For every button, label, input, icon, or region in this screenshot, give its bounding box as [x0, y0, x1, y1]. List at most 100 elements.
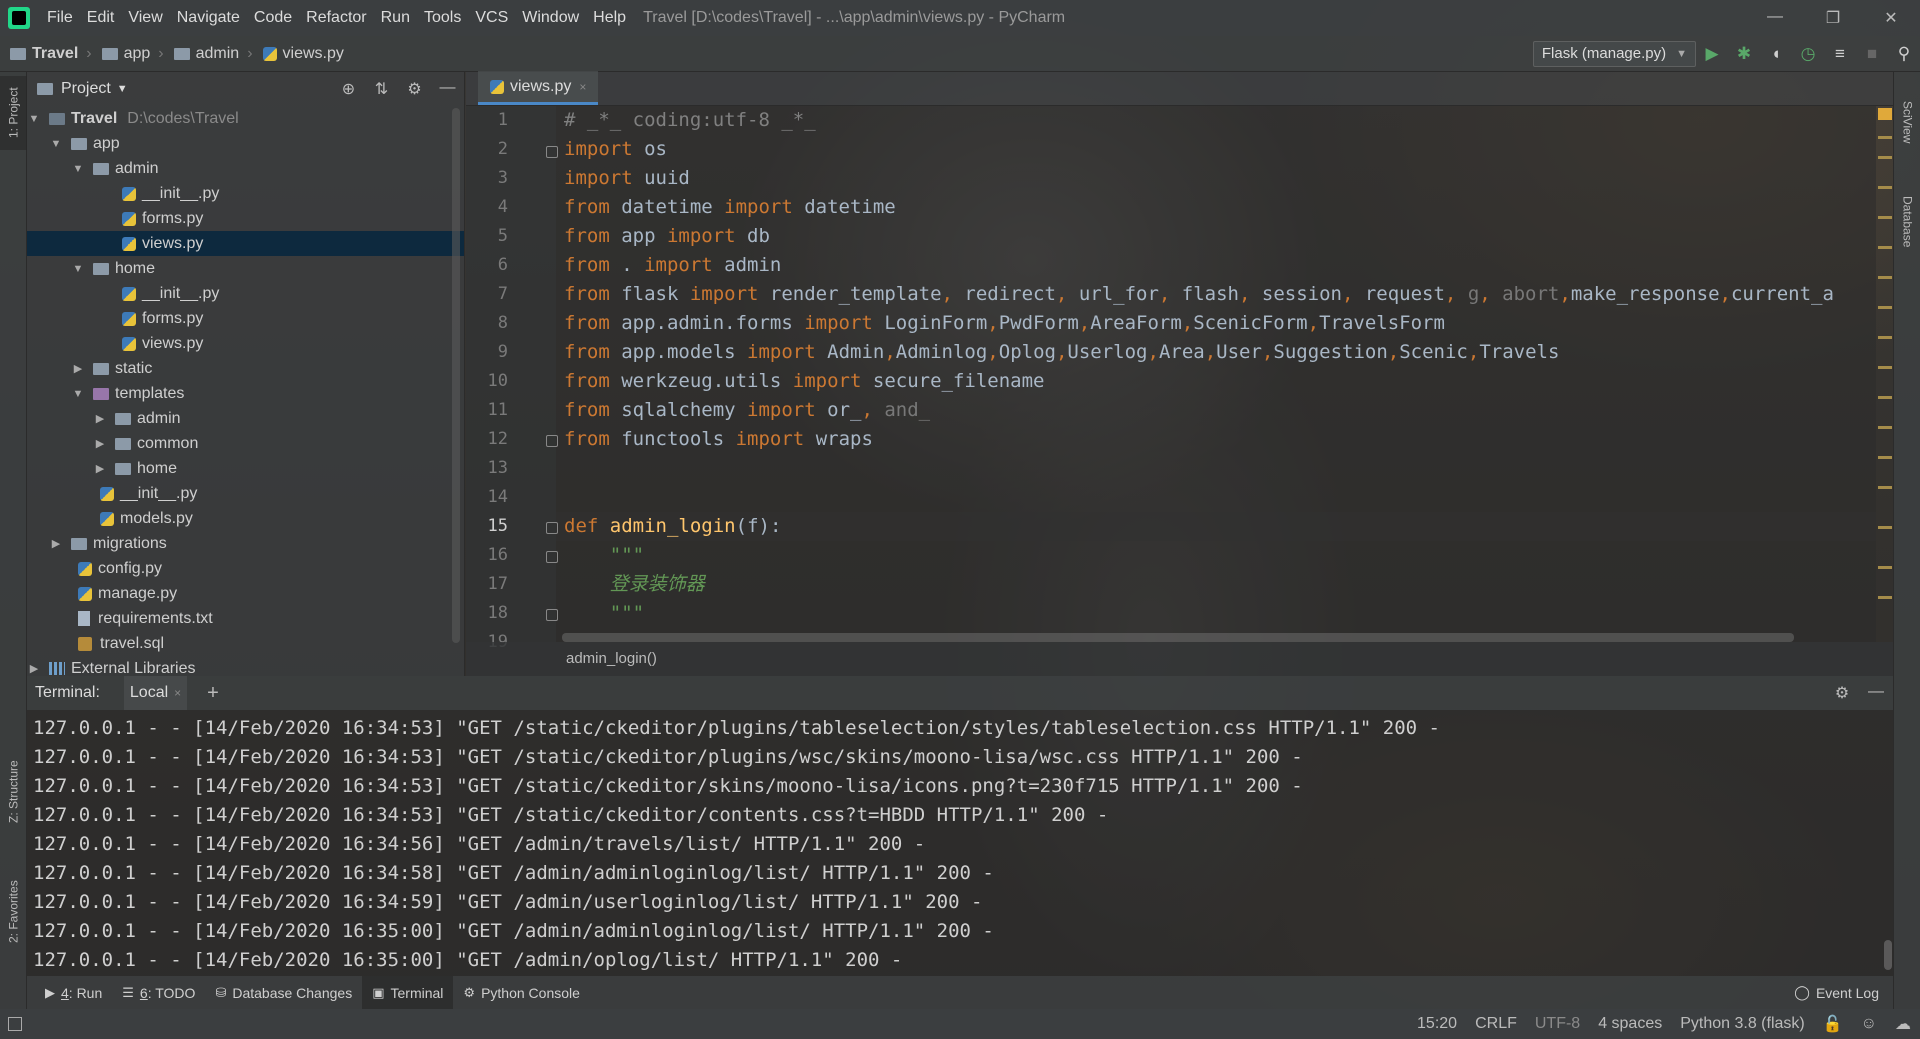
terminal-tool-button[interactable]: ▣ Terminal [362, 976, 454, 1009]
close-icon[interactable]: ✕ [1862, 8, 1920, 28]
settings-icon[interactable]: ⚙ [1825, 683, 1859, 703]
close-tab-icon[interactable]: × [174, 686, 181, 700]
database-changes-tool-button[interactable]: ⛁ Database Changes [205, 976, 362, 1009]
warning-indicator-icon[interactable] [1878, 108, 1892, 120]
breadcrumb-admin[interactable]: admin › [164, 45, 253, 63]
add-terminal-icon[interactable]: + [207, 682, 219, 705]
python-interpreter[interactable]: Python 3.8 (flask) [1671, 1015, 1814, 1033]
chevron-down-icon[interactable]: ▼ [117, 83, 128, 95]
expand-arrow-icon[interactable]: ▼ [27, 113, 41, 125]
tree-item-home-forms[interactable]: forms.py [27, 306, 464, 331]
menu-file[interactable]: File [40, 9, 80, 27]
tree-item-migrations[interactable]: ▶ migrations [27, 531, 464, 556]
tree-item-requirements[interactable]: requirements.txt [27, 606, 464, 631]
inspector-icon[interactable]: ☺ [1852, 1015, 1886, 1033]
notifications-icon[interactable]: ☁ [1886, 1014, 1920, 1034]
expand-arrow-icon[interactable]: ▼ [71, 163, 85, 175]
editor-horizontal-scrollbar[interactable] [562, 633, 1794, 642]
menu-edit[interactable]: Edit [80, 9, 122, 27]
structure-tool-tab[interactable]: Z: Structure [0, 742, 27, 842]
tree-item-templates-admin[interactable]: ▶ admin [27, 406, 464, 431]
tree-item-home[interactable]: ▼ home [27, 256, 464, 281]
menu-window[interactable]: Window [515, 9, 586, 27]
favorites-tool-tab[interactable]: 2: Favorites [0, 862, 27, 962]
tree-item-admin-forms[interactable]: forms.py [27, 206, 464, 231]
tool-windows-toggle-icon[interactable] [8, 1017, 22, 1031]
menu-navigate[interactable]: Navigate [170, 9, 247, 27]
expand-arrow-icon[interactable]: ▶ [93, 462, 107, 475]
code-editor[interactable]: # _*_ coding:utf-8 _*_ import os import uu… [556, 106, 1876, 642]
fold-marker-icon[interactable] [546, 609, 558, 621]
locate-icon[interactable]: ⊕ [332, 79, 365, 99]
tree-item-models[interactable]: models.py [27, 506, 464, 531]
menu-vcs[interactable]: VCS [468, 9, 515, 27]
editor-tab-views[interactable]: views.py × [478, 71, 599, 105]
restore-icon[interactable]: ❐ [1804, 8, 1862, 28]
event-log-button[interactable]: ◯ Event Log [1794, 984, 1893, 1001]
search-icon[interactable]: ⚲ [1888, 44, 1920, 64]
database-tool-tab[interactable]: Database [1894, 172, 1920, 272]
tree-item-admin[interactable]: ▼ admin [27, 156, 464, 181]
tree-item-app[interactable]: ▼ app [27, 131, 464, 156]
tree-item-app-init[interactable]: __init__.py [27, 481, 464, 506]
terminal-tab-local[interactable]: Local × [123, 676, 188, 710]
menu-view[interactable]: View [121, 9, 169, 27]
tree-item-admin-init[interactable]: __init__.py [27, 181, 464, 206]
tree-item-home-init[interactable]: __init__.py [27, 281, 464, 306]
tree-item-travel[interactable]: ▼ Travel D:\codes\Travel [27, 106, 464, 131]
project-tool-tab[interactable]: 1: Project [0, 76, 27, 150]
tree-item-travel-sql[interactable]: travel.sql [27, 631, 464, 656]
expand-arrow-icon[interactable]: ▶ [27, 662, 41, 675]
lock-icon[interactable]: 🔓 [1814, 1014, 1852, 1034]
collapse-all-icon[interactable]: ⇅ [365, 79, 398, 99]
build-icon[interactable]: ≡ [1824, 44, 1856, 64]
fold-marker-icon[interactable] [546, 551, 558, 563]
settings-icon[interactable]: ⚙ [398, 79, 431, 99]
expand-arrow-icon[interactable]: ▼ [71, 263, 85, 275]
terminal-scrollbar[interactable] [1884, 940, 1892, 970]
profile-icon[interactable]: ◷ [1792, 44, 1824, 64]
tree-item-manage[interactable]: manage.py [27, 581, 464, 606]
breadcrumb-file[interactable]: views.py [253, 45, 344, 63]
hide-icon[interactable]: — [431, 79, 464, 99]
minimize-icon[interactable]: — [1746, 8, 1804, 28]
tree-item-templates-common[interactable]: ▶ common [27, 431, 464, 456]
tree-item-home-views[interactable]: views.py [27, 331, 464, 356]
project-view-select[interactable]: Project [61, 80, 111, 98]
run-icon[interactable]: ▶ [1696, 44, 1728, 64]
expand-arrow-icon[interactable]: ▶ [93, 437, 107, 450]
python-console-tool-button[interactable]: ⚙ Python Console [453, 976, 590, 1009]
fold-marker-icon[interactable] [546, 522, 558, 534]
menu-refactor[interactable]: Refactor [299, 9, 373, 27]
line-separator[interactable]: CRLF [1466, 1015, 1526, 1033]
expand-arrow-icon[interactable]: ▼ [49, 138, 63, 150]
tree-item-static[interactable]: ▶ static [27, 356, 464, 381]
tree-item-templates-home[interactable]: ▶ home [27, 456, 464, 481]
terminal-output[interactable]: 127.0.0.1 - - [14/Feb/2020 16:34:53] "GE… [27, 710, 1893, 976]
breadcrumb-project[interactable]: Travel › [0, 45, 92, 63]
expand-arrow-icon[interactable]: ▶ [49, 537, 63, 550]
stop-icon[interactable]: ■ [1856, 44, 1888, 64]
error-stripe[interactable] [1876, 106, 1893, 642]
expand-arrow-icon[interactable]: ▶ [71, 362, 85, 375]
run-configuration-select[interactable]: Flask (manage.py) ▼ [1532, 40, 1696, 67]
close-tab-icon[interactable]: × [579, 80, 586, 94]
indent-setting[interactable]: 4 spaces [1589, 1015, 1671, 1033]
fold-marker-icon[interactable] [546, 146, 558, 158]
file-encoding[interactable]: UTF-8 [1526, 1015, 1589, 1033]
expand-arrow-icon[interactable]: ▶ [93, 412, 107, 425]
hide-icon[interactable]: — [1859, 683, 1893, 703]
coverage-icon[interactable]: ◖ [1760, 44, 1792, 64]
tree-item-config[interactable]: config.py [27, 556, 464, 581]
fold-marker-icon[interactable] [546, 435, 558, 447]
menu-help[interactable]: Help [586, 9, 633, 27]
debug-icon[interactable]: ✱ [1728, 44, 1760, 64]
todo-tool-button[interactable]: ☰ 6: TODO [112, 976, 205, 1009]
expand-arrow-icon[interactable]: ▼ [71, 388, 85, 400]
menu-tools[interactable]: Tools [417, 9, 468, 27]
caret-position[interactable]: 15:20 [1408, 1015, 1466, 1033]
tree-item-admin-views[interactable]: views.py [27, 231, 464, 256]
run-tool-button[interactable]: ▶ 4: Run [35, 976, 112, 1009]
editor-breadcrumb[interactable]: admin_login() [466, 642, 1893, 676]
menu-code[interactable]: Code [247, 9, 299, 27]
